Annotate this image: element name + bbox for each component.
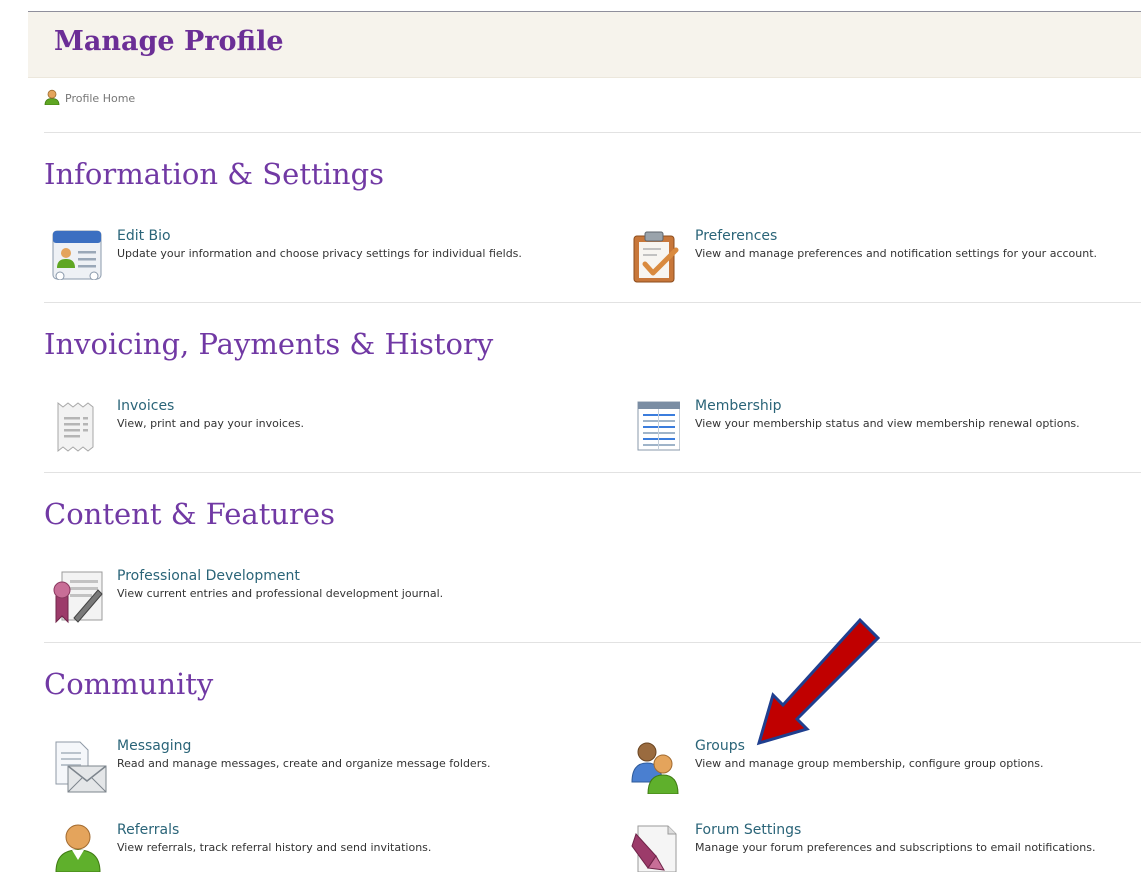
section-heading-invoicing-payments-history: Invoicing, Payments & History [44, 327, 494, 361]
spreadsheet-icon [624, 398, 684, 456]
envelope-document-icon [46, 738, 107, 796]
receipt-icon [46, 398, 106, 456]
referrals-item[interactable]: Referrals View referrals, track referral… [46, 822, 546, 880]
invoices-description: View, print and pay your invoices. [117, 417, 304, 430]
membership-link[interactable]: Membership [695, 398, 782, 414]
edit-bio-description: Update your information and choose priva… [117, 247, 522, 260]
breadcrumb-profile-home[interactable]: Profile Home [65, 92, 135, 105]
messaging-description: Read and manage messages, create and org… [117, 757, 491, 770]
page-title: Manage Profile [54, 26, 284, 57]
arrow-annotation [756, 617, 881, 746]
clipboard-check-icon [624, 228, 684, 286]
section-divider [44, 472, 1141, 473]
professional-development-description: View current entries and professional de… [117, 587, 444, 600]
group-users-icon [624, 738, 684, 796]
professional-development-item[interactable]: Professional Development View current en… [46, 568, 546, 626]
messaging-link[interactable]: Messaging [117, 738, 191, 754]
user-icon [44, 89, 60, 105]
section-divider [44, 642, 1141, 643]
membership-item[interactable]: Membership View your membership status a… [624, 398, 1124, 456]
preferences-link[interactable]: Preferences [695, 228, 777, 244]
section-heading-community: Community [44, 667, 214, 701]
membership-description: View your membership status and view mem… [695, 417, 1080, 430]
section-divider [44, 302, 1141, 303]
forum-settings-item[interactable]: Forum Settings Manage your forum prefere… [624, 822, 1124, 880]
messaging-item[interactable]: Messaging Read and manage messages, crea… [46, 738, 546, 796]
professional-development-link[interactable]: Professional Development [117, 568, 300, 584]
forum-settings-link[interactable]: Forum Settings [695, 822, 801, 838]
groups-link[interactable]: Groups [695, 738, 745, 754]
section-divider [44, 132, 1141, 133]
page-header: Manage Profile [28, 12, 1141, 78]
referrals-link[interactable]: Referrals [117, 822, 179, 838]
edit-bio-link[interactable]: Edit Bio [117, 228, 171, 244]
invoices-item[interactable]: Invoices View, print and pay your invoic… [46, 398, 546, 456]
user-icon [46, 822, 106, 880]
certificate-pen-icon [46, 568, 106, 626]
forum-settings-description: Manage your forum preferences and subscr… [695, 841, 1096, 854]
referrals-description: View referrals, track referral history a… [117, 841, 432, 854]
forum-page-icon [624, 822, 684, 880]
section-heading-content-features: Content & Features [44, 497, 335, 531]
edit-bio-item[interactable]: Edit Bio Update your information and cho… [46, 228, 546, 286]
groups-description: View and manage group membership, config… [695, 757, 1044, 770]
invoices-link[interactable]: Invoices [117, 398, 174, 414]
preferences-description: View and manage preferences and notifica… [695, 247, 1098, 260]
section-heading-information-settings: Information & Settings [44, 157, 385, 191]
preferences-item[interactable]: Preferences View and manage preferences … [624, 228, 1124, 286]
id-card-icon [46, 228, 106, 286]
